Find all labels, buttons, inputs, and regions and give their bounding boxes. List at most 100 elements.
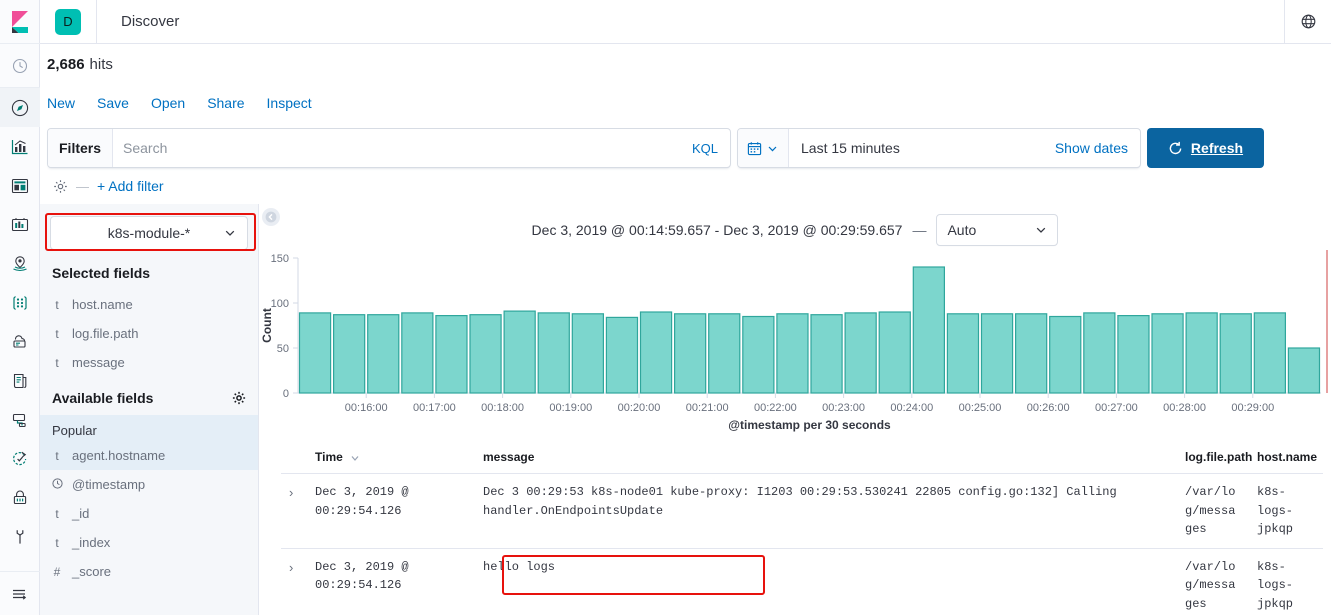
filter-separator: — <box>76 178 89 194</box>
query-language-button[interactable]: KQL <box>680 129 730 167</box>
field-log-file-path[interactable]: t log.file.path <box>40 319 258 348</box>
histogram-bar[interactable] <box>776 313 809 394</box>
expand-row-icon[interactable]: › <box>289 560 293 575</box>
date-range-value[interactable]: Last 15 minutes <box>789 129 1043 167</box>
nav-item-visualize[interactable] <box>0 127 40 166</box>
clock-icon <box>52 477 63 492</box>
nav-item-infrastructure[interactable] <box>0 322 40 361</box>
histogram-bar[interactable] <box>1083 312 1116 394</box>
index-pattern-selector[interactable]: k8s-module-* <box>50 216 248 250</box>
menu-share[interactable]: Share <box>207 95 244 111</box>
apm-icon <box>12 413 26 427</box>
nav-item-canvas[interactable] <box>0 205 40 244</box>
histogram-bar[interactable] <box>469 314 502 394</box>
column-host-name-header[interactable]: host.name <box>1249 440 1323 474</box>
nav-item-dev-tools[interactable] <box>0 517 40 556</box>
histogram-bar[interactable] <box>1014 313 1048 394</box>
histogram-bar[interactable] <box>1185 312 1218 394</box>
gear-icon[interactable] <box>232 391 246 405</box>
histogram-bar[interactable] <box>844 312 877 394</box>
field-host-name[interactable]: t host.name <box>40 290 258 319</box>
histogram-bar[interactable] <box>1049 315 1082 394</box>
histogram-bar[interactable] <box>1117 314 1150 394</box>
histogram-bar[interactable] <box>401 312 434 394</box>
histogram-bar[interactable] <box>674 313 707 394</box>
histogram-bar[interactable] <box>639 311 673 394</box>
histogram-bar[interactable] <box>912 266 945 394</box>
field-index[interactable]: t _index <box>40 528 258 557</box>
histogram-bar[interactable] <box>708 313 741 394</box>
column-time-header[interactable]: Time <box>307 440 475 474</box>
chart-range-dash: — <box>912 222 927 238</box>
popular-fields-group: Popular t agent.hostname <box>40 415 258 470</box>
column-message-header[interactable]: message <box>475 440 1177 474</box>
histogram-bar[interactable] <box>537 312 570 394</box>
histogram-bar[interactable] <box>1151 313 1184 394</box>
histogram-bar[interactable] <box>946 313 980 394</box>
table-row[interactable]: › Dec 3, 2019 @ 00:29:54.126 hello logs … <box>281 548 1323 615</box>
histogram-bar[interactable] <box>980 313 1014 394</box>
nav-item-machine-learning[interactable] <box>0 283 40 322</box>
histogram-bar[interactable] <box>810 314 843 394</box>
field-agent-hostname[interactable]: t agent.hostname <box>40 441 258 470</box>
search-box: Filters KQL <box>47 128 731 168</box>
menu-save[interactable]: Save <box>97 95 129 111</box>
histogram-svg[interactable]: 050100150Count00:16:00 00:17:00 00:18:00 00… <box>259 250 1331 435</box>
histogram-bar[interactable] <box>742 315 775 394</box>
histogram-bar[interactable] <box>367 314 400 394</box>
table-row[interactable]: › Dec 3, 2019 @ 00:29:54.126 Dec 3 00:29… <box>281 473 1323 549</box>
nav-item-logs[interactable] <box>0 361 40 400</box>
nav-item-apm[interactable] <box>0 400 40 439</box>
histogram-bar[interactable] <box>1253 312 1286 394</box>
histogram-bar[interactable] <box>1219 313 1252 394</box>
menu-open[interactable]: Open <box>151 95 185 111</box>
header-divider <box>96 0 97 44</box>
histogram-bar[interactable] <box>332 314 366 394</box>
gear-icon[interactable] <box>53 179 68 194</box>
refresh-label: Refresh <box>1190 140 1244 156</box>
kibana-logo[interactable] <box>0 0 40 44</box>
nav-collapse-button[interactable] <box>0 571 40 615</box>
help-button[interactable] <box>1285 0 1331 44</box>
map-marker-icon <box>12 255 27 271</box>
interval-select[interactable]: Auto <box>936 214 1059 246</box>
nav-item-maps[interactable] <box>0 244 40 283</box>
nav-item-uptime[interactable] <box>0 439 40 478</box>
expand-row-icon[interactable]: › <box>289 485 293 500</box>
nav-item-dashboard[interactable] <box>0 166 40 205</box>
nav-item-siem[interactable] <box>0 478 40 517</box>
filters-label[interactable]: Filters <box>48 129 114 167</box>
search-input[interactable] <box>113 129 680 167</box>
histogram-bar[interactable] <box>1287 347 1321 394</box>
menu-inspect[interactable]: Inspect <box>267 95 312 111</box>
uptime-icon <box>12 451 26 465</box>
show-dates-button[interactable]: Show dates <box>1043 129 1140 167</box>
histogram-bar[interactable] <box>571 313 604 394</box>
histogram-bar[interactable] <box>435 314 468 394</box>
date-quick-select-button[interactable] <box>738 129 789 167</box>
histogram-bar[interactable] <box>298 312 332 394</box>
x-axis-tick: 00:22:00 <box>754 402 797 414</box>
nav-item-discover[interactable] <box>0 88 40 127</box>
chevron-left-icon <box>265 211 277 223</box>
page-title: Discover <box>121 13 180 30</box>
clock-icon <box>12 58 27 73</box>
histogram-bar[interactable] <box>878 311 911 394</box>
column-log-file-path-header[interactable]: log.file.path <box>1177 440 1252 474</box>
add-filter-button[interactable]: + Add filter <box>97 178 164 194</box>
sidebar-collapse-button[interactable] <box>262 208 280 226</box>
globe-icon <box>1301 14 1315 29</box>
histogram-bar[interactable] <box>605 316 639 394</box>
nav-recently-viewed[interactable] <box>0 44 40 88</box>
main-content: D Discover 2,686 hits New Save Open Shar <box>40 0 1331 615</box>
chart-time-range: Dec 3, 2019 @ 00:14:59.657 - Dec 3, 2019… <box>531 222 903 238</box>
field-timestamp[interactable]: @timestamp <box>40 470 258 499</box>
field-message[interactable]: t message <box>40 348 258 377</box>
menu-new[interactable]: New <box>47 95 75 111</box>
selected-fields-title: Selected fields <box>52 265 151 281</box>
histogram-chart[interactable]: 0 50 100 150 Count 00:16:00 00:17:00 00:18:00 00… <box>259 250 1331 440</box>
refresh-button[interactable]: Refresh <box>1147 128 1264 168</box>
histogram-bar[interactable] <box>503 310 536 394</box>
field-score[interactable]: # _score <box>40 557 258 586</box>
field-id[interactable]: t _id <box>40 499 258 528</box>
